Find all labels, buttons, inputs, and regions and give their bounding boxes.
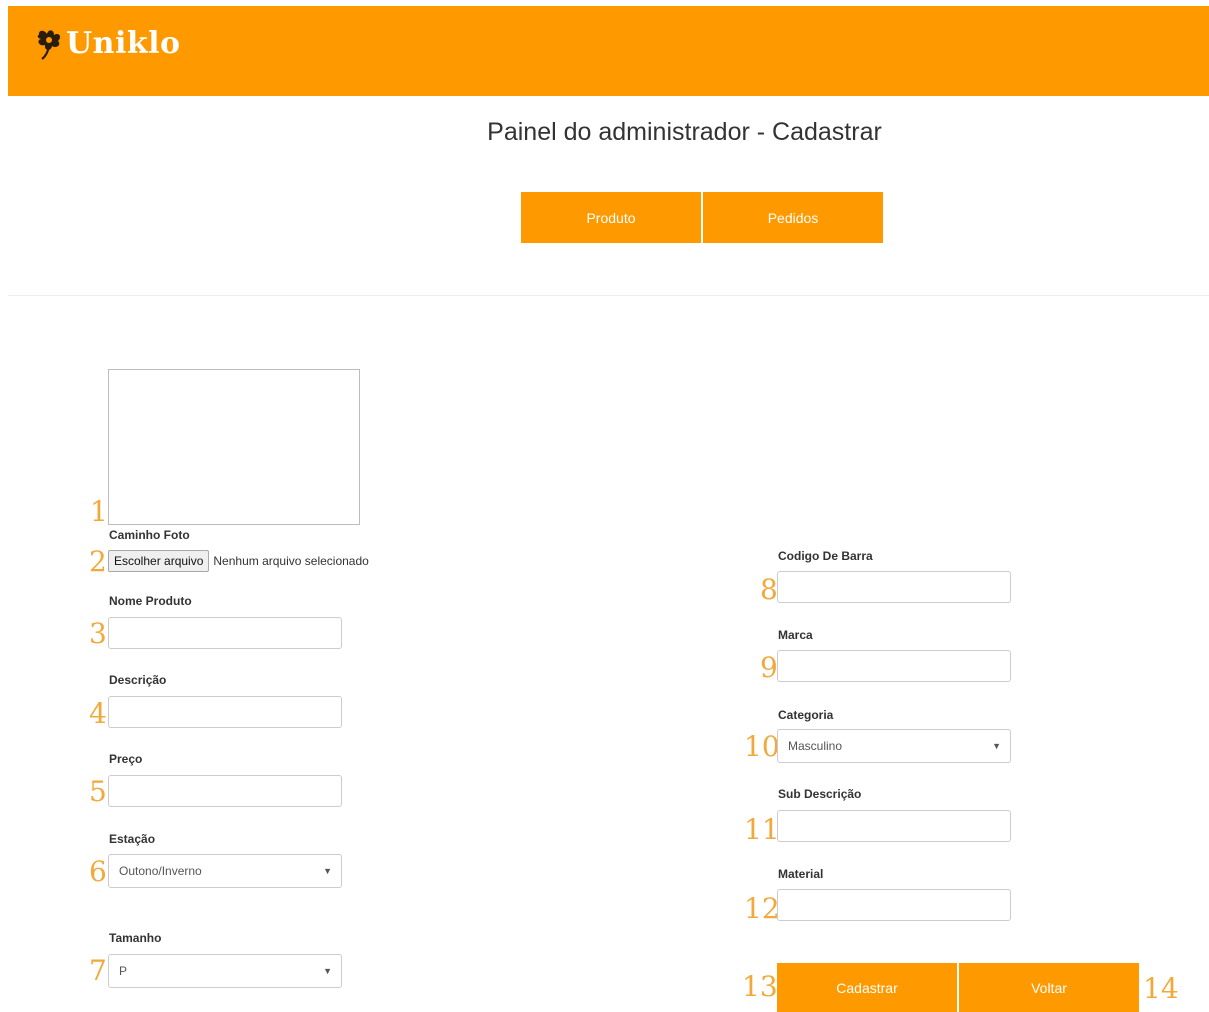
annotation-number: 14 <box>1143 972 1179 1005</box>
top-header: Uniklo <box>8 6 1209 96</box>
photo-preview <box>108 369 360 525</box>
caret-down-icon: ▼ <box>323 966 332 976</box>
categoria-label: Categoria <box>778 708 834 722</box>
estacao-select[interactable]: Outono/Inverno ▼ <box>108 854 342 888</box>
annotation-number: 3 <box>89 617 107 650</box>
estacao-label: Estação <box>109 832 156 846</box>
annotation-number: 7 <box>89 954 107 987</box>
sub-descricao-label: Sub Descrição <box>778 787 862 801</box>
annotation-number: 8 <box>760 573 778 606</box>
file-picker: Escolher arquivo Nenhum arquivo selecion… <box>108 550 369 572</box>
tamanho-selected-value: P <box>119 964 128 978</box>
sub-descricao-input[interactable] <box>777 810 1011 842</box>
brand-logo[interactable]: Uniklo <box>36 26 181 61</box>
descricao-input[interactable] <box>108 696 342 728</box>
tamanho-label: Tamanho <box>109 931 162 945</box>
annotation-number: 9 <box>760 651 778 684</box>
annotation-number: 4 <box>89 697 107 730</box>
page-title: Painel do administrador - Cadastrar <box>487 118 882 146</box>
brand-name: Uniklo <box>66 26 181 61</box>
estacao-selected-value: Outono/Inverno <box>119 864 202 878</box>
produto-tab[interactable]: Produto <box>521 192 701 243</box>
annotation-number: 12 <box>744 892 780 925</box>
flower-logo-icon <box>37 29 61 60</box>
descricao-label: Descrição <box>109 673 167 687</box>
annotation-number: 6 <box>89 855 107 888</box>
material-label: Material <box>778 867 824 881</box>
admin-nav: Produto Pedidos <box>521 192 883 243</box>
voltar-button[interactable]: Voltar <box>959 963 1139 1012</box>
nome-produto-input[interactable] <box>108 617 342 649</box>
annotation-number: 1 <box>90 495 108 528</box>
tamanho-select[interactable]: P ▼ <box>108 954 342 988</box>
preco-input[interactable] <box>108 775 342 807</box>
preco-label: Preço <box>109 752 143 766</box>
caret-down-icon: ▼ <box>323 866 332 876</box>
codigo-barra-input[interactable] <box>777 571 1011 603</box>
divider <box>8 295 1209 296</box>
annotation-number: 13 <box>742 970 778 1003</box>
pedidos-tab[interactable]: Pedidos <box>703 192 883 243</box>
annotation-number: 10 <box>744 730 780 763</box>
codigo-barra-label: Codigo De Barra <box>778 549 873 563</box>
nome-produto-label: Nome Produto <box>109 594 192 608</box>
annotation-number: 2 <box>89 545 107 578</box>
choose-file-button[interactable]: Escolher arquivo <box>108 550 210 572</box>
cadastrar-button[interactable]: Cadastrar <box>777 963 957 1012</box>
annotation-number: 5 <box>89 775 107 808</box>
caminho-foto-label: Caminho Foto <box>109 528 190 542</box>
categoria-selected-value: Masculino <box>788 739 843 753</box>
categoria-select[interactable]: Masculino ▼ <box>777 729 1011 763</box>
annotation-number: 11 <box>744 813 780 846</box>
marca-label: Marca <box>778 628 813 642</box>
caret-down-icon: ▼ <box>992 741 1001 751</box>
file-status: Nenhum arquivo selecionado <box>213 554 369 568</box>
material-input[interactable] <box>777 889 1011 921</box>
marca-input[interactable] <box>777 650 1011 682</box>
